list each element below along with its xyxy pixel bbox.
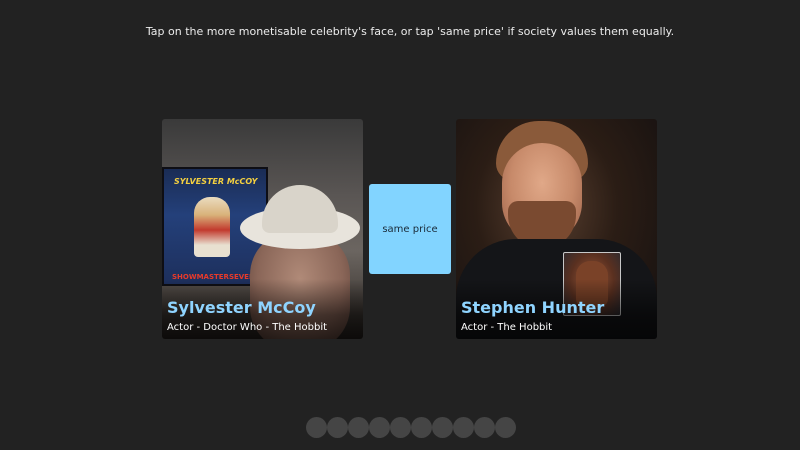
celebrity-card-right[interactable]: Stephen Hunter Actor - The Hobbit bbox=[456, 119, 657, 339]
progress-indicator bbox=[306, 417, 516, 438]
celebrity-name-left: Sylvester McCoy bbox=[167, 298, 316, 317]
progress-dot bbox=[453, 417, 474, 438]
celebrity-role-right: Actor - The Hobbit bbox=[461, 322, 553, 333]
celebrity-card-left[interactable]: SYLVESTER McCOY SHOWMASTERSEVENTS Sylves… bbox=[162, 119, 363, 339]
caption-overlay: Stephen Hunter Actor - The Hobbit bbox=[456, 279, 657, 339]
celebrity-name-right: Stephen Hunter bbox=[461, 298, 605, 317]
progress-dot bbox=[306, 417, 327, 438]
hat-crown-shape bbox=[262, 185, 338, 233]
progress-dot bbox=[432, 417, 453, 438]
game-screen: Tap on the more monetisable celebrity's … bbox=[0, 0, 800, 450]
progress-dot bbox=[474, 417, 495, 438]
progress-dot bbox=[369, 417, 390, 438]
caption-overlay: Sylvester McCoy Actor - Doctor Who - The… bbox=[162, 279, 363, 339]
progress-dot bbox=[348, 417, 369, 438]
progress-dot bbox=[390, 417, 411, 438]
poster-title: SYLVESTER McCOY bbox=[174, 177, 258, 186]
instruction-text: Tap on the more monetisable celebrity's … bbox=[145, 25, 675, 38]
same-price-button[interactable]: same price bbox=[369, 184, 451, 274]
progress-dot bbox=[495, 417, 516, 438]
progress-dot bbox=[327, 417, 348, 438]
celebrity-role-left: Actor - Doctor Who - The Hobbit bbox=[167, 322, 328, 333]
poster-figure bbox=[194, 197, 230, 257]
progress-dot bbox=[411, 417, 432, 438]
